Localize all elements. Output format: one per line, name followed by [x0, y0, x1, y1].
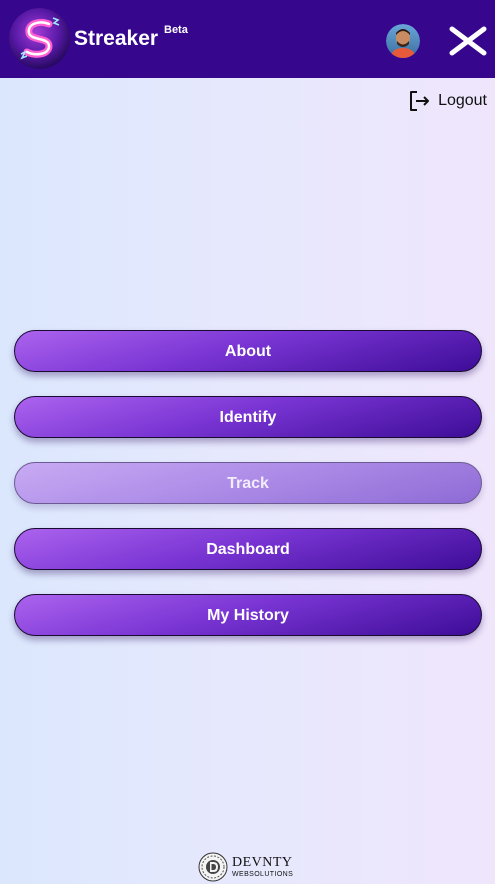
app-header: Streaker Beta — [0, 0, 495, 78]
close-menu-button[interactable] — [448, 25, 488, 57]
beta-badge: Beta — [164, 24, 188, 36]
main-menu: About Identify Track Dashboard My Histor… — [14, 330, 482, 660]
logout-label: Logout — [438, 92, 487, 109]
app-brand-name: Streaker — [74, 27, 159, 50]
logout-button[interactable]: Logout — [408, 89, 487, 113]
footer-title: DEVNTY — [232, 855, 293, 870]
footer-brand[interactable]: DEVNTY WEBSOLUTIONS — [198, 852, 293, 882]
menu-button-identify[interactable]: Identify — [14, 396, 482, 438]
streaker-logo-icon[interactable] — [9, 8, 70, 69]
menu-button-my-history[interactable]: My History — [14, 594, 482, 636]
footer-subtitle: WEBSOLUTIONS — [232, 871, 294, 878]
menu-button-about[interactable]: About — [14, 330, 482, 372]
menu-button-dashboard[interactable]: Dashboard — [14, 528, 482, 570]
devnty-logo-icon — [198, 852, 228, 882]
user-avatar[interactable] — [386, 24, 420, 58]
menu-button-track[interactable]: Track — [14, 462, 482, 504]
close-x-icon — [449, 26, 487, 56]
logout-icon — [410, 91, 430, 111]
